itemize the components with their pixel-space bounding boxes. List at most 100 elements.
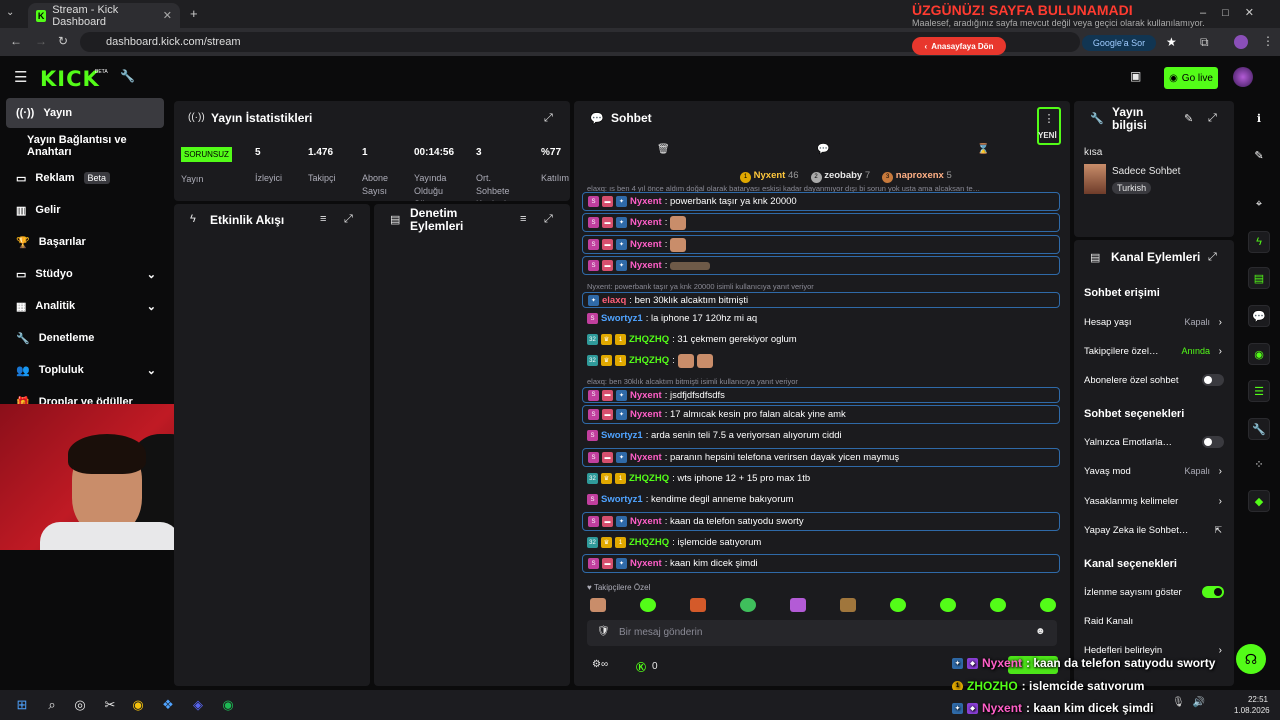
new-tab-icon[interactable]: + [190,6,198,21]
reload-icon[interactable]: ↻ [58,34,68,48]
sidebar-item-stream-key[interactable]: Yayın Bağlantısı ve Anahtarı [6,131,164,161]
chat-username[interactable]: ZHQZHQ [629,355,669,366]
chat-username[interactable]: ZHQZHQ [629,334,669,345]
back-icon[interactable]: ← [10,34,22,48]
category-name[interactable]: Sadece Sohbet [1112,166,1180,177]
chat-message[interactable]: S ▬ ✦ Nyxent: kaan da telefon satıyodu swor… [582,512,1060,531]
emote-icon[interactable] [590,598,606,612]
chat-username[interactable]: Nyxent [630,558,662,569]
search-icon[interactable]: ⌕ [42,695,62,715]
sidebar-item-yayin[interactable]: ((·)) Yayın [6,98,164,128]
capcut-icon[interactable]: ✂ [100,695,120,715]
theater-icon[interactable]: ▣ [1130,69,1141,83]
go-live-button[interactable]: ◉ Go live [1164,67,1218,89]
chat-message[interactable]: S ▬ ✦ Nyxent: 17 almıcak kesin pro falan al… [582,405,1060,424]
emote-icon[interactable] [990,598,1006,612]
emote-icon[interactable] [740,598,756,612]
chat-message[interactable]: S Swortyz1: la iphone 17 120hz mi aq [582,309,1060,328]
list-icon[interactable]: ☰ [1248,380,1270,402]
sidebar-item-denetleme[interactable]: 🔧 Denetleme [6,323,164,353]
wrench-icon[interactable]: 🔧 [120,69,135,83]
banned-words-row[interactable]: Yasaklanmış kelimeler › [1084,491,1224,511]
filter-icon[interactable]: ≡ [520,213,526,225]
kicks-balance[interactable]: Ⓚ 0 [636,659,658,674]
clock[interactable]: 22:51 1.08.2026 [1234,694,1270,716]
sidebar-item-reklam[interactable]: ▭ Reklam Beta [6,163,164,193]
sidebar-item-studyo[interactable]: ▭ Stüdyo ⌄ [6,259,164,289]
edit-icon[interactable]: ✎ [1184,112,1193,125]
chat-icon[interactable]: 💬 [1248,305,1270,327]
kick-logo[interactable]: KICK [40,67,100,91]
apps-icon[interactable]: ⁘ [1248,453,1270,475]
emote-icon[interactable] [940,598,956,612]
forward-icon[interactable]: → [35,34,47,48]
discord-icon[interactable]: ◈ [188,695,208,715]
sidebar-item-gelir[interactable]: ▥ Gelir [6,195,164,225]
chat-username[interactable]: Nyxent [630,409,662,420]
emote-icon[interactable] [690,598,706,612]
hamburger-icon[interactable]: ☰ [14,68,27,86]
expand-icon[interactable]: ⤢ [544,112,553,125]
chat-message[interactable]: S Swortyz1: arda senin teli 7.5 a veriyor… [582,426,1060,445]
chat-username[interactable]: Nyxent [630,239,662,250]
chat-username[interactable]: Nyxent [630,516,662,527]
emotes-only-row[interactable]: Yalnızca Emotlarla… [1084,432,1224,452]
google-sor-button[interactable]: Google'a Sor [1082,35,1156,51]
chat-username[interactable]: Nyxent [630,196,662,207]
chat-message[interactable]: S ▬ ✦ Nyxent: paranın hepsini telefona veri… [582,448,1060,467]
filter-icon[interactable]: ≡ [320,213,326,225]
raid-row[interactable]: Raid Kanalı [1084,611,1224,631]
chat-input[interactable]: 🛡 Bir mesaj gönderin ☻ [587,620,1057,646]
sidebar-item-analitik[interactable]: ▦ Analitik ⌄ [6,291,164,321]
emoji-icon[interactable]: ☻ [1035,626,1046,637]
expand-icon[interactable]: ⤢ [1208,112,1217,125]
emote-icon[interactable] [790,598,806,612]
emote-icon[interactable] [840,598,856,612]
chat-icon[interactable]: 💬 [817,144,829,155]
chat-username[interactable]: Nyxent [630,452,662,463]
chrome-icon[interactable]: ◉ [128,695,148,715]
chat-username[interactable]: ZHQZHQ [629,537,669,548]
pen-icon[interactable]: ✎ [1248,144,1270,166]
emote-icon[interactable] [1040,598,1056,612]
subs-only-toggle[interactable] [1202,374,1224,386]
window-controls[interactable]: –□✕ [1200,6,1270,19]
chat-message[interactable]: S ▬ ✦ Nyxent: kaan kim dicek şimdi [582,554,1060,573]
show-views-toggle[interactable] [1202,586,1224,598]
browser-menu-icon[interactable]: ⋮ [1262,34,1274,48]
emote-icon[interactable] [640,598,656,612]
extensions-icon[interactable]: ⧉ [1200,35,1209,50]
chat-username[interactable]: Swortyz1 [601,313,643,324]
slow-mode-row[interactable]: Yavaş mod Kapalı › [1084,461,1224,481]
chat-message[interactable]: ✦ elaxq: ben 30klık alcaktım bitmişti [582,292,1060,308]
expand-icon[interactable]: ⤢ [544,213,553,226]
app-icon[interactable]: ❖ [158,695,178,715]
chat-message[interactable]: S ▬ ✦ Nyxent: [582,235,1060,254]
info-icon[interactable]: ℹ [1248,107,1270,129]
log-icon[interactable]: ▤ [1248,267,1270,289]
emote-icon[interactable] [890,598,906,612]
gem-icon[interactable]: ◆ [1248,490,1270,512]
expand-icon[interactable]: ⤢ [344,213,353,226]
sidebar-item-topluluk[interactable]: 👥 Topluluk ⌄ [6,355,164,385]
obs-icon[interactable]: ◎ [70,695,90,715]
chat-username[interactable]: ZHQZHQ [629,473,669,484]
chat-username[interactable]: elaxq [602,295,626,306]
expand-icon[interactable]: ⤢ [1208,251,1217,264]
chat-message[interactable]: S ▬ ✦ Nyxent: powerbank taşır ya knk 20000 [582,192,1060,211]
home-button[interactable]: ‹ Anasayfaya Dön [912,37,1006,55]
subs-only-row[interactable]: Abonelere özel sohbet [1084,370,1224,390]
tag-chip[interactable]: Turkish [1112,182,1152,194]
chat-message[interactable]: S ▬ ✦ Nyxent: jsdfjdfsdfsdfs [582,387,1060,403]
browser-tab[interactable]: K Stream - Kick Dashboard ✕ [28,3,180,28]
chat-username[interactable]: Nyxent [630,260,662,271]
broadcast-icon[interactable]: ◉ [1248,343,1270,365]
chat-message[interactable]: 32 ♛ 1 ZHQZHQ: [582,351,1060,370]
chat-message[interactable]: S ▬ ✦ Nyxent: [582,256,1060,275]
target-icon[interactable]: ⌖ [1248,193,1270,215]
chat-username[interactable]: Swortyz1 [601,494,643,505]
chat-message[interactable]: S Swortyz1: kendime degil anneme bakıyoru… [582,490,1060,509]
trash-icon[interactable]: 🗑 [657,144,670,155]
sidebar-item-basarilar[interactable]: 🏆 Başarılar [6,227,164,257]
spotify-icon[interactable]: ◉ [218,695,238,715]
